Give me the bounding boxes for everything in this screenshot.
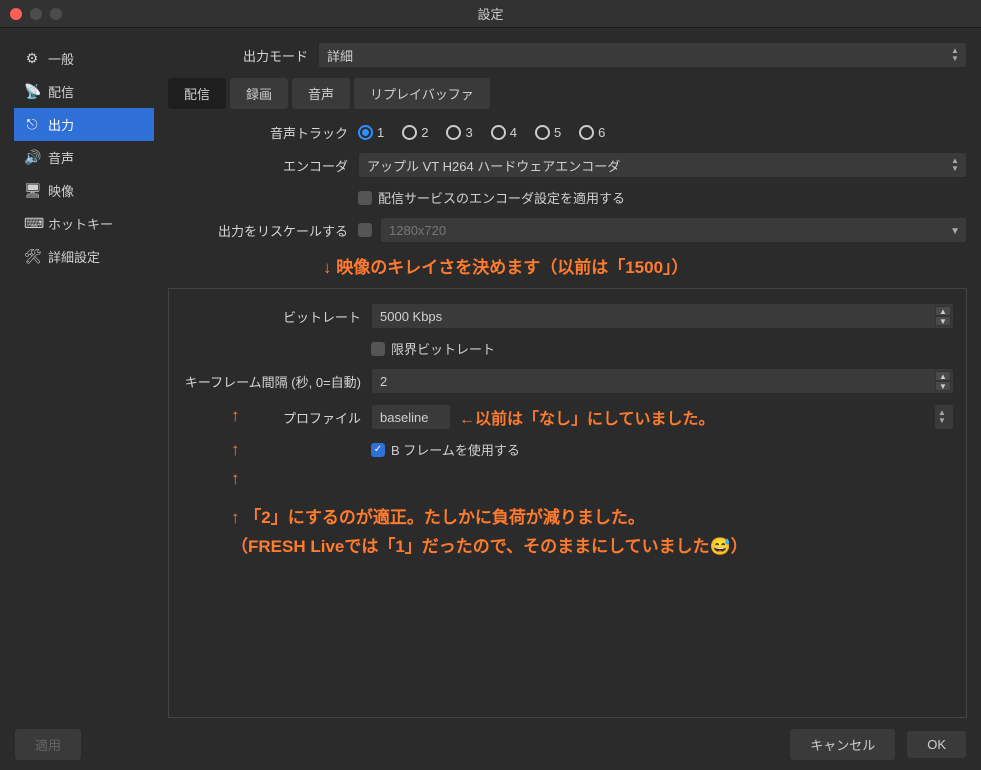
sidebar-item-label: 詳細設定 <box>48 247 100 266</box>
annotation-profile: ←以前は「なし」にしていました。 <box>459 405 715 429</box>
sidebar-item-video[interactable]: 🖥 映像 <box>14 174 154 207</box>
rescale-value: 1280x720 <box>389 223 446 238</box>
keyframe-value: 2 <box>380 374 387 389</box>
titlebar: 設定 <box>0 0 981 28</box>
sidebar-item-audio[interactable]: 🔊 音声 <box>14 141 154 174</box>
keyframe-input[interactable]: 2 ▲▼ <box>371 368 954 394</box>
profile-select[interactable]: baseline <box>371 404 451 430</box>
annotation-keyframe: ↑ 「2」にするのが適正。たしかに負荷が減りました。 <box>231 503 954 528</box>
rescale-checkbox[interactable] <box>358 223 372 237</box>
gear-icon: ⚙ <box>24 50 40 67</box>
enforce-service-checkbox[interactable]: 配信サービスのエンコーダ設定を適用する <box>358 188 625 207</box>
apply-button[interactable]: 適用 <box>14 728 82 761</box>
encoder-select[interactable]: アップル VT H264 ハードウェアエンコーダ ▲▼ <box>358 152 967 178</box>
audio-track-1[interactable]: 1 <box>358 125 384 140</box>
annotation-fresh: （FRESH Liveでは「1」だったので、そのままにしていました😅） <box>231 532 954 557</box>
sidebar-item-general[interactable]: ⚙ 一般 <box>14 42 154 75</box>
output-mode-label: 出力モード <box>168 46 318 65</box>
sidebar-item-label: 映像 <box>48 181 74 200</box>
zoom-icon[interactable] <box>50 8 62 20</box>
sidebar-item-label: 出力 <box>48 115 74 134</box>
stepper-icon[interactable]: ▲▼ <box>935 306 951 326</box>
keyboard-icon: ⌨ <box>24 215 40 232</box>
encoder-label: エンコーダ <box>168 156 358 175</box>
sidebar-item-stream[interactable]: 📡 配信 <box>14 75 154 108</box>
enforce-service-label: 配信サービスのエンコーダ設定を適用する <box>378 188 625 207</box>
audio-track-3[interactable]: 3 <box>446 125 472 140</box>
bitrate-input[interactable]: 5000 Kbps ▲▼ <box>371 303 954 329</box>
annotation-arrow: ↑ <box>231 469 954 489</box>
bframes-label: B フレームを使用する <box>391 440 520 459</box>
ok-button[interactable]: OK <box>906 730 967 759</box>
output-mode-select[interactable]: 詳細 ▲▼ <box>318 42 967 68</box>
bitrate-label: ビットレート <box>181 307 371 326</box>
antenna-icon: 📡 <box>24 83 40 100</box>
keyframe-label: キーフレーム間隔 (秒, 0=自動) <box>181 372 371 391</box>
window-controls <box>0 8 62 20</box>
limit-bitrate-label: 限界ビットレート <box>391 339 495 358</box>
annotation-arrow: ↑ <box>231 406 240 426</box>
rescale-select[interactable]: 1280x720 ▼ <box>380 217 967 243</box>
window-title: 設定 <box>0 4 981 23</box>
sidebar-item-label: ホットキー <box>48 214 113 233</box>
sidebar-item-output[interactable]: ⎋ 出力 <box>14 108 154 141</box>
audio-track-5[interactable]: 5 <box>535 125 561 140</box>
cancel-button[interactable]: キャンセル <box>789 728 896 761</box>
limit-bitrate-checkbox[interactable]: 限界ビットレート <box>371 339 495 358</box>
sidebar-item-hotkeys[interactable]: ⌨ ホットキー <box>14 207 154 240</box>
audio-track-6[interactable]: 6 <box>579 125 605 140</box>
sidebar-item-label: 音声 <box>48 148 74 167</box>
output-tabs: 配信 録画 音声 リプレイバッファ <box>168 78 967 109</box>
audio-track-2[interactable]: 2 <box>402 125 428 140</box>
chevron-updown-icon: ▲▼ <box>948 156 962 174</box>
speaker-icon: 🔊 <box>24 149 40 166</box>
footer: 適用 キャンセル OK <box>0 718 981 770</box>
checkbox-icon <box>358 223 372 237</box>
annotation-bitrate: ↓ 映像のキレイさを決めます（以前は「1500」） <box>323 253 967 278</box>
profile-select-arrow[interactable]: ▲▼ <box>934 404 954 430</box>
output-icon: ⎋ <box>24 116 40 133</box>
checkbox-icon: ✓ <box>371 443 385 457</box>
chevron-updown-icon: ▲▼ <box>935 408 949 426</box>
rescale-label: 出力をリスケールする <box>168 221 358 240</box>
audio-track-radios: 1 2 3 4 5 6 <box>358 125 605 140</box>
encoder-value: アップル VT H264 ハードウェアエンコーダ <box>367 156 620 175</box>
bitrate-value: 5000 Kbps <box>380 309 442 324</box>
sidebar: ⚙ 一般 📡 配信 ⎋ 出力 🔊 音声 🖥 映像 ⌨ ホットキー 🛠 詳細設定 <box>14 42 154 718</box>
chevron-updown-icon: ▲▼ <box>948 46 962 64</box>
close-icon[interactable] <box>10 8 22 20</box>
output-mode-value: 詳細 <box>327 46 353 65</box>
tab-streaming[interactable]: 配信 <box>168 78 226 109</box>
tab-recording[interactable]: 録画 <box>230 78 288 109</box>
sidebar-item-label: 配信 <box>48 82 74 101</box>
main-panel: 出力モード 詳細 ▲▼ 配信 録画 音声 リプレイバッファ 音声トラック 1 2… <box>168 42 967 718</box>
audio-track-4[interactable]: 4 <box>491 125 517 140</box>
stepper-icon[interactable]: ▲▼ <box>935 371 951 391</box>
checkbox-icon <box>358 191 372 205</box>
profile-label: プロファイル <box>181 408 371 427</box>
audio-track-label: 音声トラック <box>168 123 358 142</box>
monitor-icon: 🖥 <box>24 182 40 199</box>
profile-value: baseline <box>380 410 428 425</box>
sweat-smile-icon: 😅 <box>710 537 731 556</box>
sidebar-item-label: 一般 <box>48 49 74 68</box>
tab-audio[interactable]: 音声 <box>292 78 350 109</box>
annotation-arrow: ↑ <box>231 440 240 460</box>
bframes-checkbox[interactable]: ✓ B フレームを使用する <box>371 440 520 459</box>
chevron-down-icon: ▼ <box>950 226 960 237</box>
sidebar-item-advanced[interactable]: 🛠 詳細設定 <box>14 240 154 273</box>
encoder-panel: ビットレート 5000 Kbps ▲▼ 限界ビットレート キーフレーム間隔 (秒… <box>168 288 967 718</box>
checkbox-icon <box>371 342 385 356</box>
tools-icon: 🛠 <box>24 248 40 265</box>
tab-replay-buffer[interactable]: リプレイバッファ <box>354 78 490 109</box>
minimize-icon[interactable] <box>30 8 42 20</box>
